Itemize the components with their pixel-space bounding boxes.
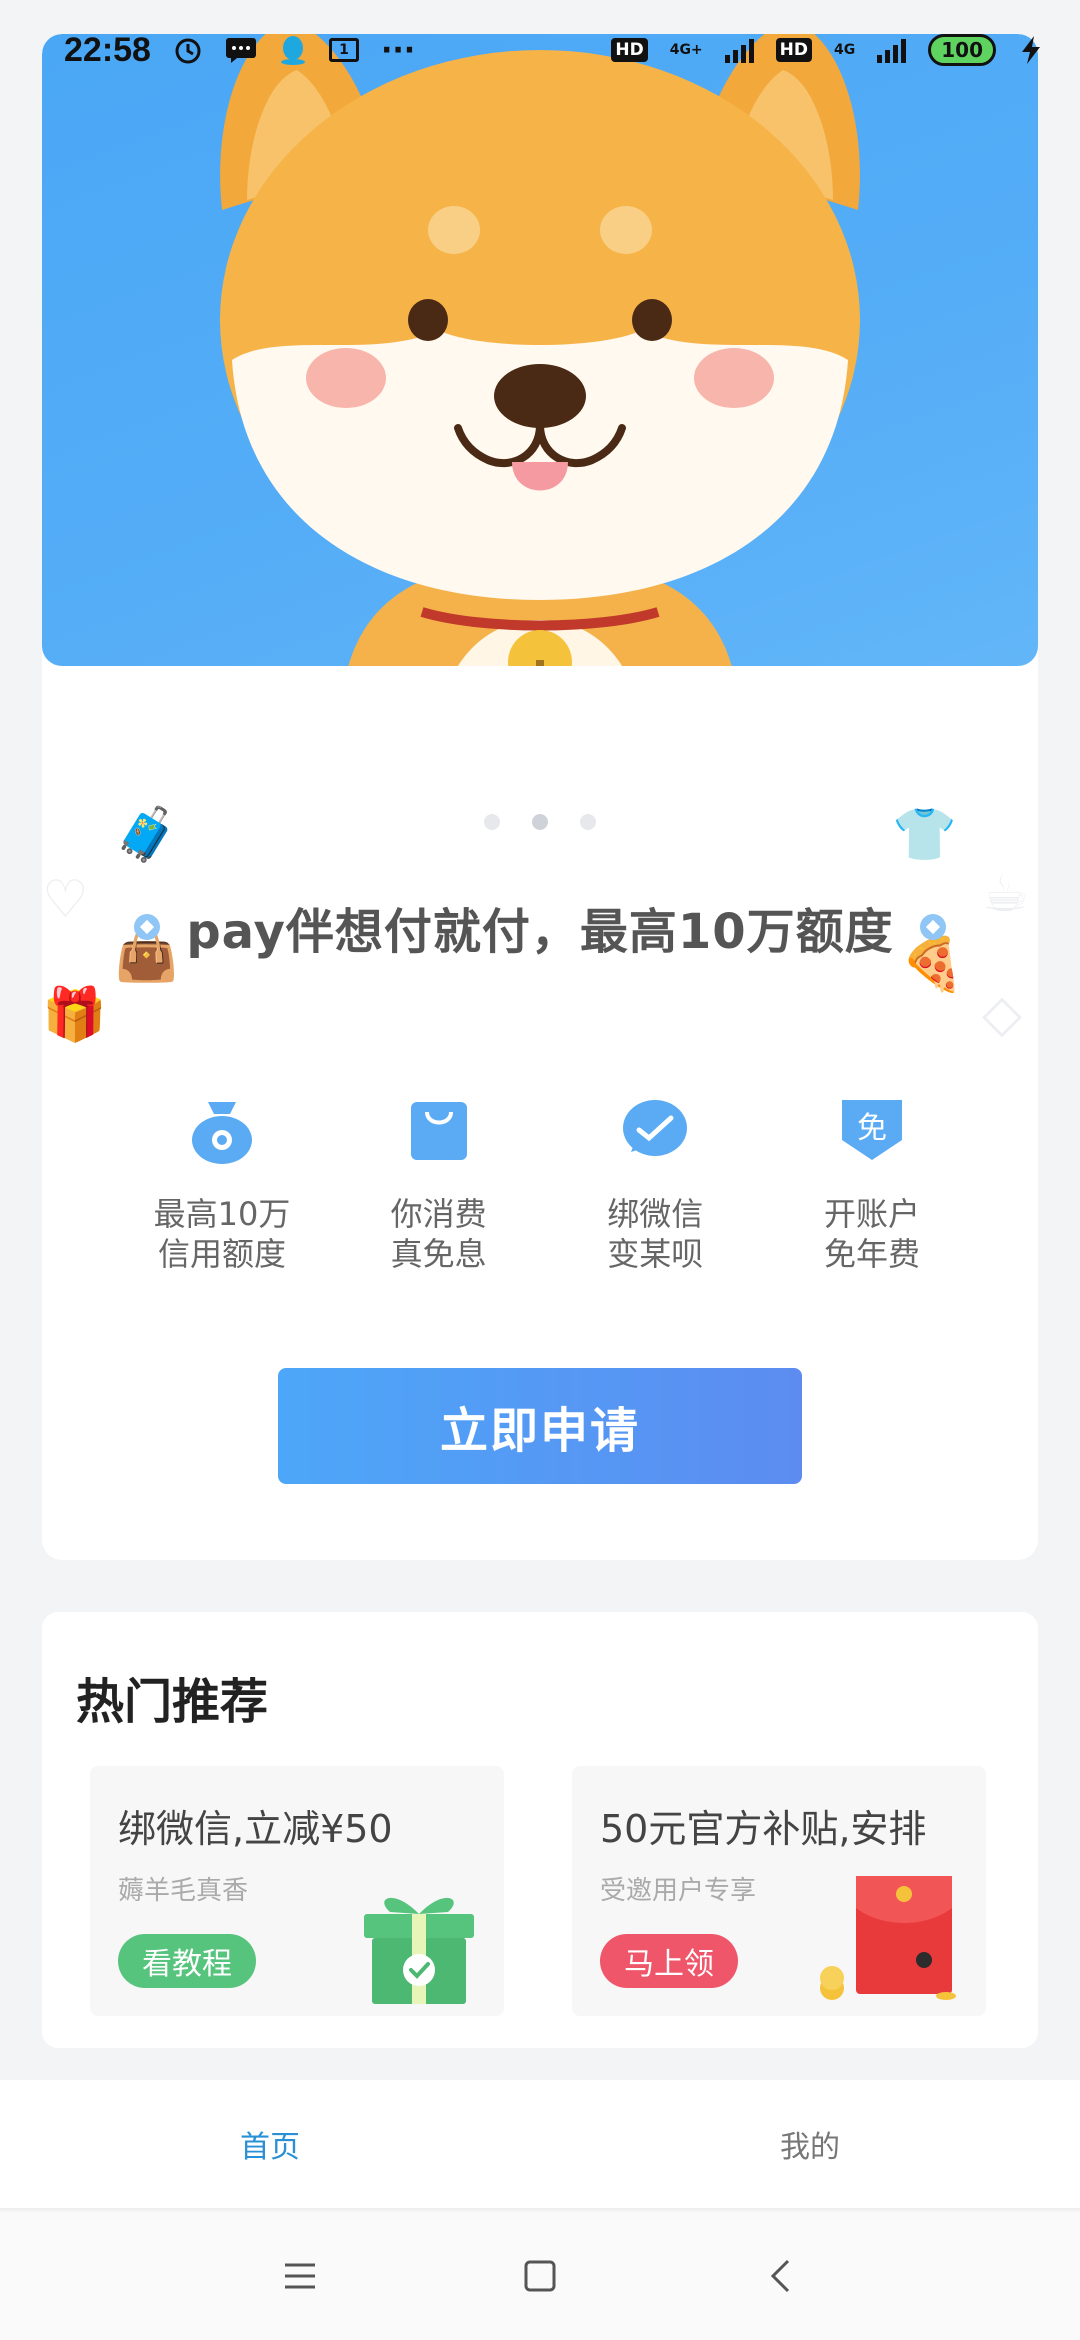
tagline-right-decoration [919, 914, 946, 940]
feature-list: 最高10万 信用额度 你消费 真免息 绑微信 变某呗 免 开账户 免年费 [132, 1094, 962, 1274]
tab-home[interactable]: 首页 [0, 2080, 540, 2208]
signal-icon-2 [877, 37, 907, 63]
carousel-dot [484, 814, 500, 830]
feature-line-1: 你消费 [390, 1195, 487, 1233]
feature-line-2: 信用额度 [157, 1235, 286, 1273]
status-bar: 22:58 1 ··· HD 4G+ HD 4G 100 [0, 0, 1080, 100]
promo-card-subsidy[interactable]: 50元官方补贴,安排 受邀用户专享 马上领 [572, 1766, 986, 2016]
menu-icon[interactable] [280, 2256, 320, 2296]
network-type: 4G+ [669, 42, 703, 58]
feature-bind-wechat: 绑微信 变某呗 [565, 1094, 745, 1274]
feature-line-1: 绑微信 [607, 1195, 704, 1233]
feature-line-2: 变某呗 [607, 1235, 704, 1273]
shopping-bag-icon [410, 1102, 467, 1160]
view-tutorial-button[interactable]: 看教程 [118, 1934, 256, 1988]
more-notifications-icon: ··· [380, 32, 416, 68]
hd-icon: HD [611, 38, 648, 62]
promo-subtitle: 薅羊毛真香 [118, 1876, 249, 1906]
home-square-icon[interactable] [520, 2256, 560, 2296]
apply-now-button[interactable]: 立即申请 [278, 1368, 802, 1484]
feature-credit-limit: 最高10万 信用额度 [132, 1094, 312, 1274]
promo-subtitle: 受邀用户专享 [600, 1876, 757, 1906]
red-envelope-icon [820, 1876, 956, 2000]
back-icon[interactable] [760, 2256, 800, 2296]
svg-text:免: 免 [857, 1111, 887, 1146]
claim-now-button[interactable]: 马上领 [600, 1934, 738, 1988]
message-icon [225, 36, 257, 64]
gift-box-icon [364, 1897, 474, 2004]
carousel-indicator [42, 814, 1038, 830]
decorative-diamond-icon: ◇ [982, 984, 1022, 1044]
alarm-icon [173, 35, 203, 65]
tab-mine[interactable]: 我的 [540, 2080, 1080, 2208]
hd-icon-2: HD [775, 38, 813, 62]
qq-icon [279, 34, 307, 66]
banner-carousel[interactable] [42, 34, 1038, 666]
carousel-dot-active [532, 814, 548, 830]
feature-line-2: 免年费 [823, 1235, 920, 1273]
recommend-section: 热门推荐 绑微信,立减¥50 薅羊毛真香 看教程 50元官方补贴,安排 受邀用户… [42, 1612, 1038, 2048]
promo-title: 50元官方补贴,安排 [600, 1807, 927, 1851]
status-left: 22:58 1 ··· [64, 31, 415, 70]
system-navigation-bar [0, 2212, 1080, 2340]
wechat-check-icon [623, 1100, 688, 1156]
status-right: HD 4G+ HD 4G 100 [611, 34, 1044, 66]
bottom-tab-bar: 首页 我的 [0, 2080, 1080, 2210]
network-type-2: 4G [834, 42, 856, 58]
decorative-gift-icon: 🎁 [42, 985, 107, 1045]
battery-icon: 100 [928, 34, 996, 66]
feature-line-1: 最高10万 [153, 1195, 291, 1233]
charging-icon [1018, 35, 1044, 65]
tagline-left-decoration [134, 914, 161, 940]
money-bag-icon [192, 1102, 252, 1164]
signal-icon [724, 37, 754, 63]
carousel-dot [580, 814, 596, 830]
feature-interest-free: 你消费 真免息 [349, 1094, 529, 1274]
promo-card-wechat[interactable]: 绑微信,立减¥50 薅羊毛真香 看教程 [90, 1766, 504, 2016]
tagline-text: pay伴想付就付，最高10万额度 [186, 904, 894, 960]
shiba-mascot-image [220, 34, 860, 666]
status-time: 22:58 [64, 30, 151, 69]
feature-line-1: 开账户 [823, 1195, 920, 1233]
free-badge-icon: 免 [841, 1100, 902, 1160]
recommend-title: 热门推荐 [76, 1674, 269, 1730]
tagline: pay伴想付就付，最高10万额度 [42, 892, 1038, 962]
hero-card: 🧳 ♡ 👜 🎁 👕 ☕ 🍕 ◇ pay伴想付就付，最高10万额度 最高10万 信… [42, 34, 1038, 1560]
feature-free-annual-fee: 免 开账户 免年费 [782, 1094, 962, 1274]
promo-title: 绑微信,立减¥50 [118, 1807, 393, 1851]
feature-line-2: 真免息 [390, 1235, 487, 1273]
calendar-icon: 1 [328, 38, 359, 62]
